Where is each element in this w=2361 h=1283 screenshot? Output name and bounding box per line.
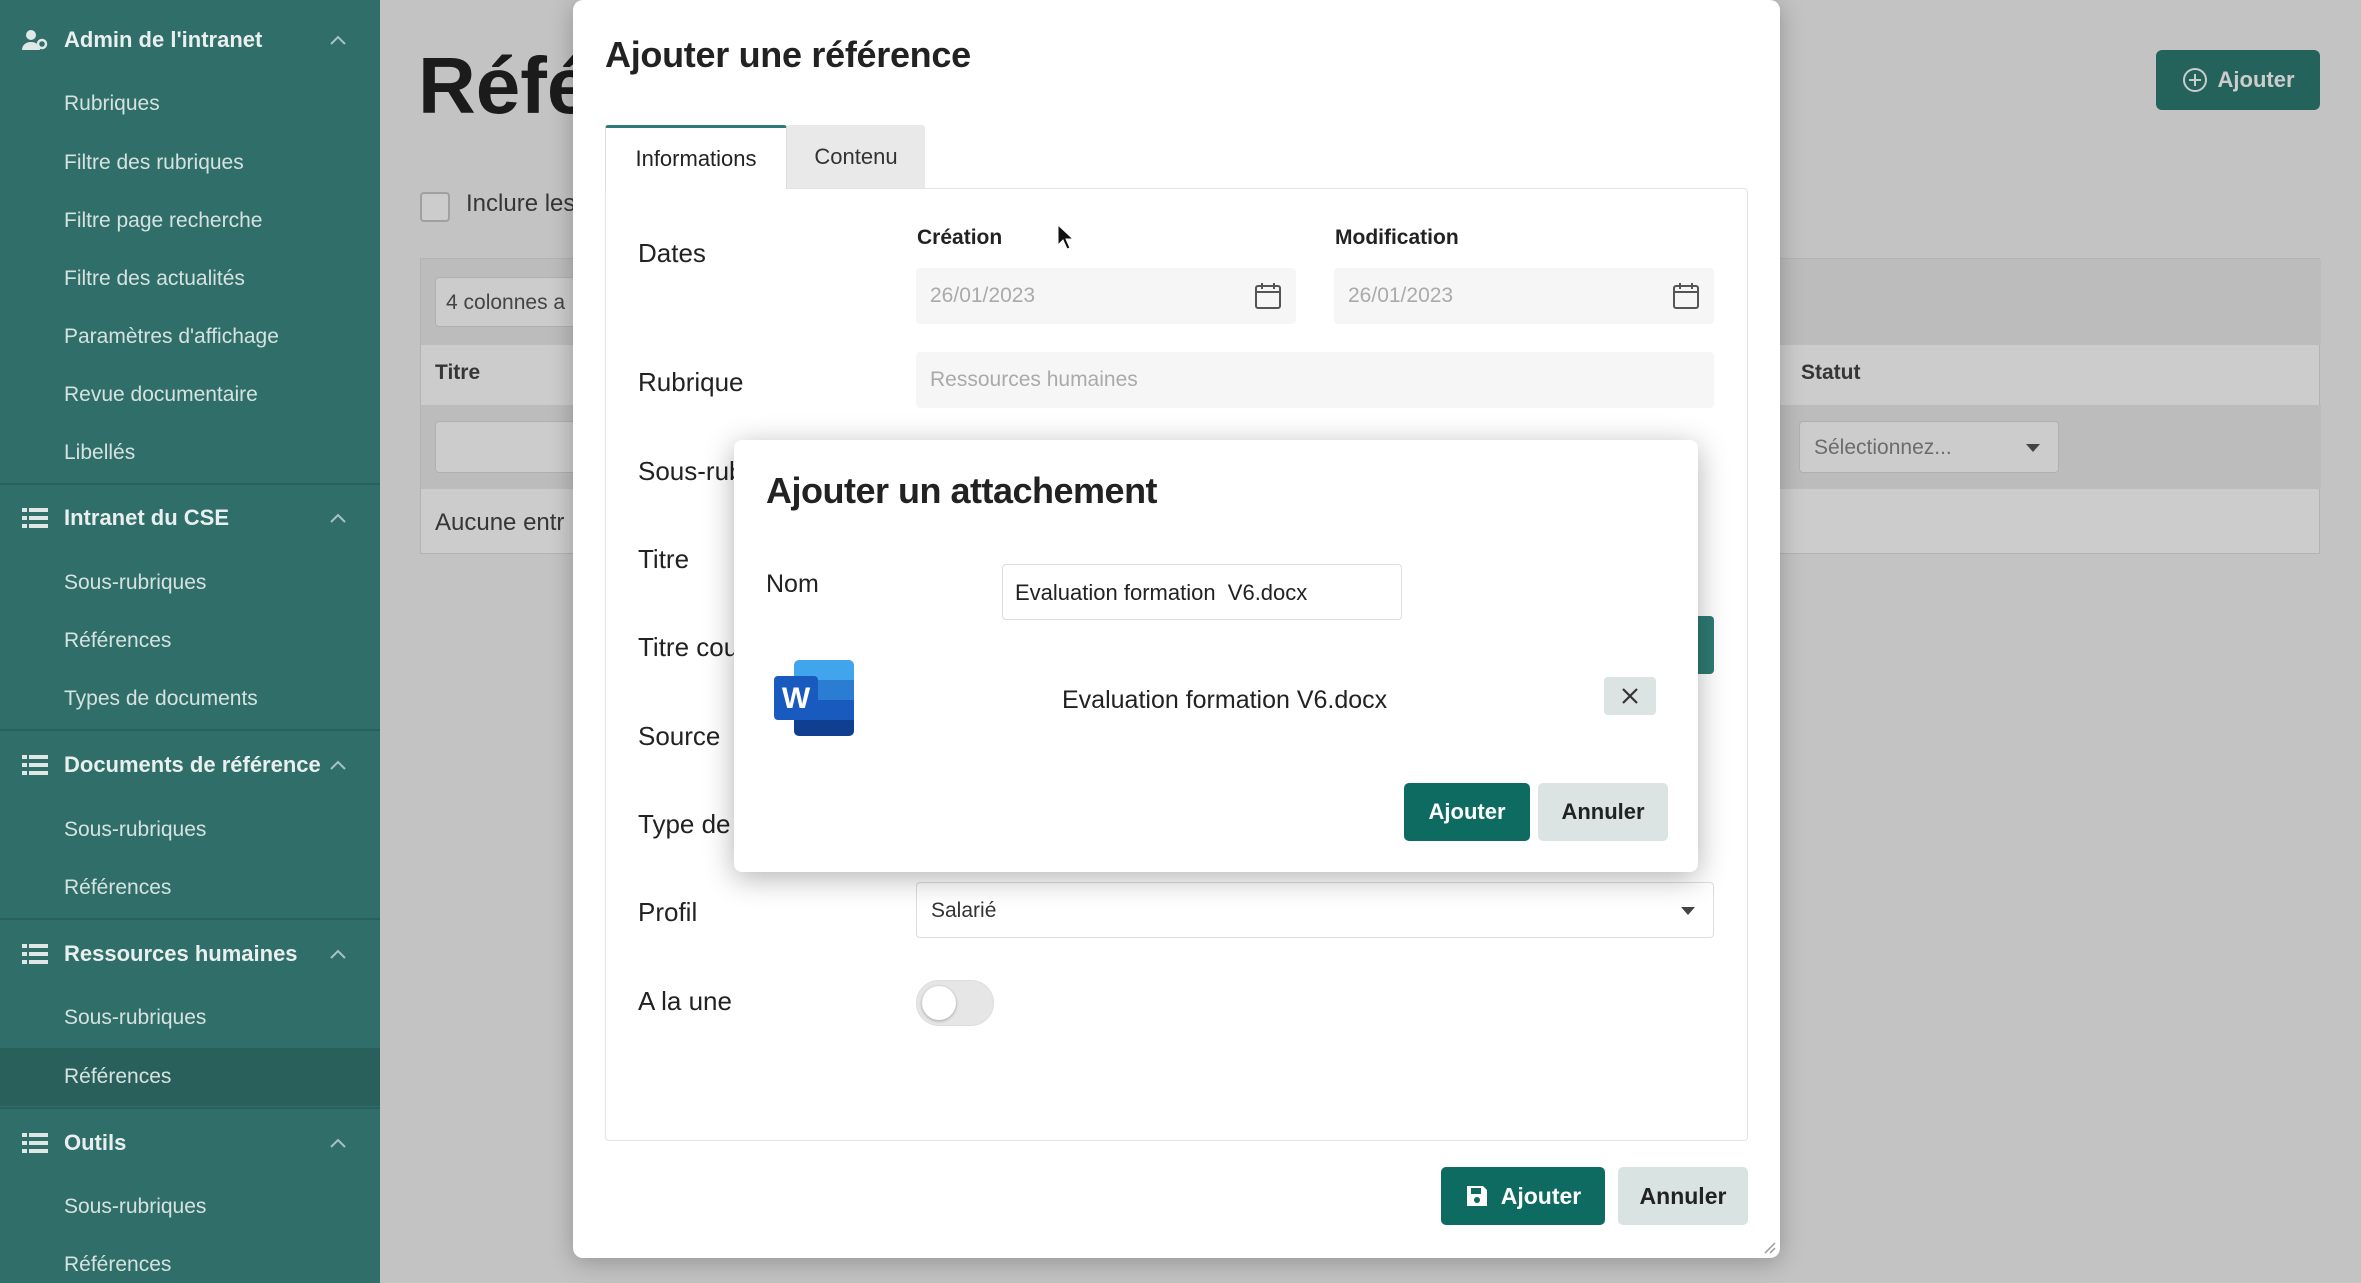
list-icon xyxy=(22,508,48,528)
save-button-label: Ajouter xyxy=(1500,1182,1582,1209)
sidebar-item-revue-documentaire[interactable]: Revue documentaire xyxy=(64,375,258,415)
sidebar-item-references[interactable]: Références xyxy=(64,621,171,661)
mouse-cursor-icon xyxy=(1057,224,1073,250)
sidebar-item-types-documents[interactable]: Types de documents xyxy=(64,679,258,719)
list-icon xyxy=(22,1133,48,1153)
creation-label: Création xyxy=(917,226,1003,249)
chevron-up-icon[interactable] xyxy=(328,1137,348,1149)
sidebar-item-sous-rubriques[interactable]: Sous-rubriques xyxy=(64,563,206,603)
cancel-button[interactable]: Annuler xyxy=(1618,1167,1748,1225)
chevron-up-icon[interactable] xyxy=(328,34,348,46)
sidebar-item-filtre-actualites[interactable]: Filtre des actualités xyxy=(64,259,245,299)
sidebar-group-title: Ressources humaines xyxy=(64,941,298,966)
nom-input[interactable]: Evaluation formation V6.docx xyxy=(1002,564,1402,620)
sidebar-item-libelles[interactable]: Libellés xyxy=(64,433,135,473)
list-icon xyxy=(22,944,48,964)
chevron-up-icon[interactable] xyxy=(328,759,348,771)
sidebar-active-highlight xyxy=(0,1048,380,1106)
source-label: Source xyxy=(638,721,721,751)
sidebar-group-outils[interactable]: Outils xyxy=(0,1113,380,1173)
sidebar-item-sous-rubriques[interactable]: Sous-rubriques xyxy=(64,1187,206,1227)
dates-label: Dates xyxy=(638,238,706,268)
modal-title: Ajouter une référence xyxy=(605,34,971,75)
type-document-label: Type de xyxy=(638,809,731,839)
titre-court-label: Titre cou xyxy=(638,632,739,662)
close-icon xyxy=(1622,688,1638,704)
sidebar-group-title: Intranet du CSE xyxy=(64,505,230,530)
chevron-up-icon[interactable] xyxy=(328,948,348,960)
sidebar-item-parametres-affichage[interactable]: Paramètres d'affichage xyxy=(64,317,279,357)
svg-text:W: W xyxy=(782,682,811,715)
rubrique-input[interactable]: Ressources humaines xyxy=(916,352,1714,408)
creation-date-value: 26/01/2023 xyxy=(930,284,1036,307)
sidebar-item-filtre-recherche[interactable]: Filtre page recherche xyxy=(64,201,262,241)
titre-label: Titre xyxy=(638,544,690,574)
tab-contenu[interactable]: Contenu xyxy=(787,125,925,189)
nom-label: Nom xyxy=(766,570,819,598)
calendar-icon[interactable] xyxy=(1672,282,1700,310)
creation-date-input[interactable]: 26/01/2023 xyxy=(916,268,1296,324)
a-la-une-toggle[interactable] xyxy=(916,980,994,1026)
sidebar-group-title: Outils xyxy=(64,1130,127,1155)
sidebar-group-intranet-cse[interactable]: Intranet du CSE xyxy=(0,488,380,548)
sidebar: Admin de l'intranet Rubriques Filtre des… xyxy=(0,0,380,1283)
sidebar-item-sous-rubriques[interactable]: Sous-rubriques xyxy=(64,998,206,1038)
modification-date-value: 26/01/2023 xyxy=(1348,284,1454,307)
sidebar-item-references[interactable]: Références xyxy=(64,868,171,908)
sidebar-group-title: Documents de référence xyxy=(64,752,321,777)
nom-input-value: Evaluation formation V6.docx xyxy=(1015,580,1308,605)
sidebar-item-references-active[interactable]: Références xyxy=(64,1057,171,1097)
floppy-disk-icon xyxy=(1466,1186,1487,1206)
word-file-icon: W xyxy=(774,660,854,736)
remove-attachment-button[interactable] xyxy=(1604,677,1656,715)
sidebar-group-admin[interactable]: Admin de l'intranet xyxy=(0,10,380,70)
toggle-knob xyxy=(922,986,956,1020)
user-gear-icon xyxy=(22,30,48,50)
attachment-modal-title: Ajouter un attachement xyxy=(766,470,1158,511)
sous-rubrique-label: Sous-rub xyxy=(638,456,744,486)
attachment-file-name: Evaluation formation V6.docx xyxy=(1062,686,1388,714)
attachment-add-button[interactable]: Ajouter xyxy=(1404,783,1530,841)
attachment-cancel-button[interactable]: Annuler xyxy=(1538,783,1668,841)
sidebar-divider xyxy=(0,1107,380,1109)
add-attachment-modal: Ajouter un attachement Nom Evaluation fo… xyxy=(734,440,1698,872)
calendar-icon[interactable] xyxy=(1254,282,1282,310)
sidebar-item-rubriques[interactable]: Rubriques xyxy=(64,84,160,124)
sidebar-divider xyxy=(0,729,380,731)
rubrique-placeholder: Ressources humaines xyxy=(930,368,1138,391)
sidebar-item-sous-rubriques[interactable]: Sous-rubriques xyxy=(64,810,206,850)
sidebar-group-documents-reference[interactable]: Documents de référence xyxy=(0,735,380,795)
list-icon xyxy=(22,755,48,775)
rubrique-label: Rubrique xyxy=(638,367,744,397)
profil-select[interactable]: Salarié xyxy=(916,882,1714,938)
modification-date-input[interactable]: 26/01/2023 xyxy=(1334,268,1714,324)
save-button[interactable]: Ajouter xyxy=(1441,1167,1605,1225)
sidebar-item-references[interactable]: Références xyxy=(64,1245,171,1283)
sidebar-divider xyxy=(0,918,380,920)
chevron-up-icon[interactable] xyxy=(328,512,348,524)
profil-label: Profil xyxy=(638,897,698,927)
sidebar-group-ressources-humaines[interactable]: Ressources humaines xyxy=(0,924,380,984)
resize-grip-icon[interactable] xyxy=(1762,1240,1776,1254)
caret-down-icon xyxy=(1681,907,1695,915)
tab-informations[interactable]: Informations xyxy=(605,125,787,189)
profil-value: Salarié xyxy=(931,899,997,922)
sidebar-item-filtre-rubriques[interactable]: Filtre des rubriques xyxy=(64,143,244,183)
modification-label: Modification xyxy=(1335,226,1459,249)
a-la-une-label: A la une xyxy=(638,986,732,1016)
sidebar-divider xyxy=(0,483,380,485)
sidebar-group-title: Admin de l'intranet xyxy=(64,27,263,52)
